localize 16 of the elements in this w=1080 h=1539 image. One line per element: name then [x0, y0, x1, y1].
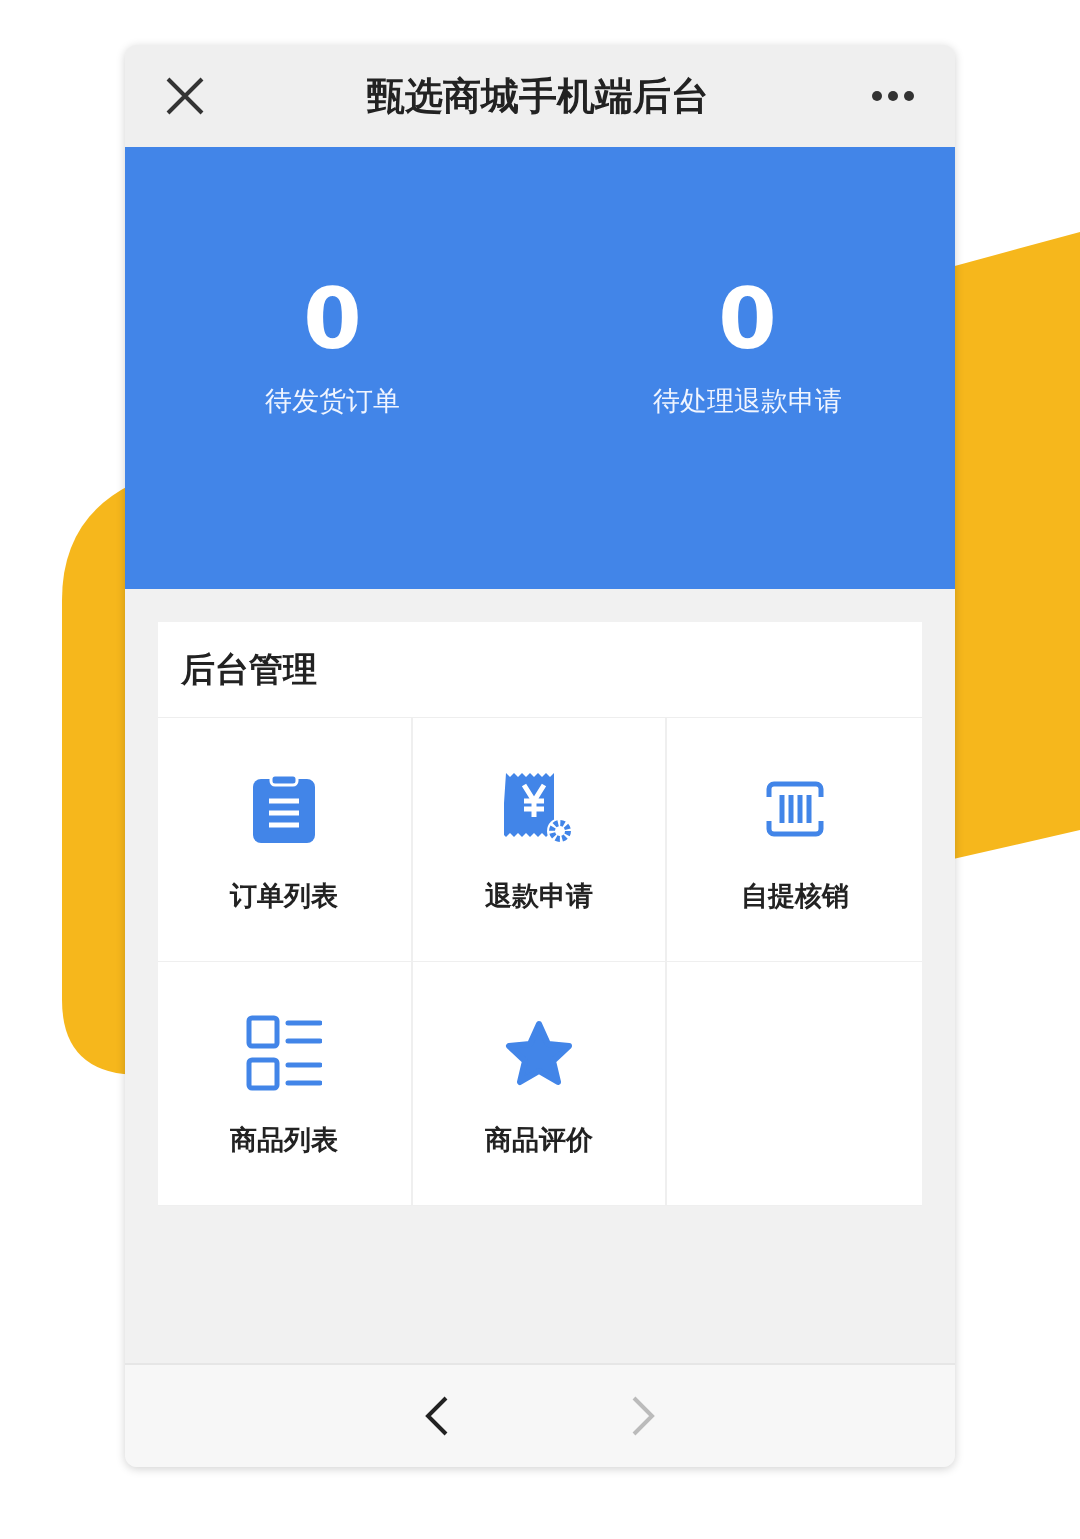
back-button[interactable] [424, 1395, 450, 1437]
more-button[interactable] [871, 90, 915, 102]
barcode-scan-icon [764, 781, 825, 837]
menu-tile[interactable]: 商品评价 [412, 962, 668, 1206]
stat-value: 0 [718, 277, 777, 361]
star-icon [505, 1020, 573, 1086]
stat-value: 0 [303, 277, 362, 361]
stat-label: 待处理退款申请 [653, 384, 842, 418]
close-button[interactable] [165, 76, 205, 116]
menu-tile[interactable]: 退款申请 [412, 718, 668, 962]
list-icon [246, 1015, 323, 1091]
clipboard-icon [253, 775, 316, 843]
menu-tile[interactable]: 商品列表 [158, 962, 413, 1206]
menu-tile[interactable]: 订单列表 [158, 718, 413, 962]
window-title: 甄选商城手机端后台 [367, 72, 709, 120]
stat-label: 待发货订单 [265, 384, 400, 418]
